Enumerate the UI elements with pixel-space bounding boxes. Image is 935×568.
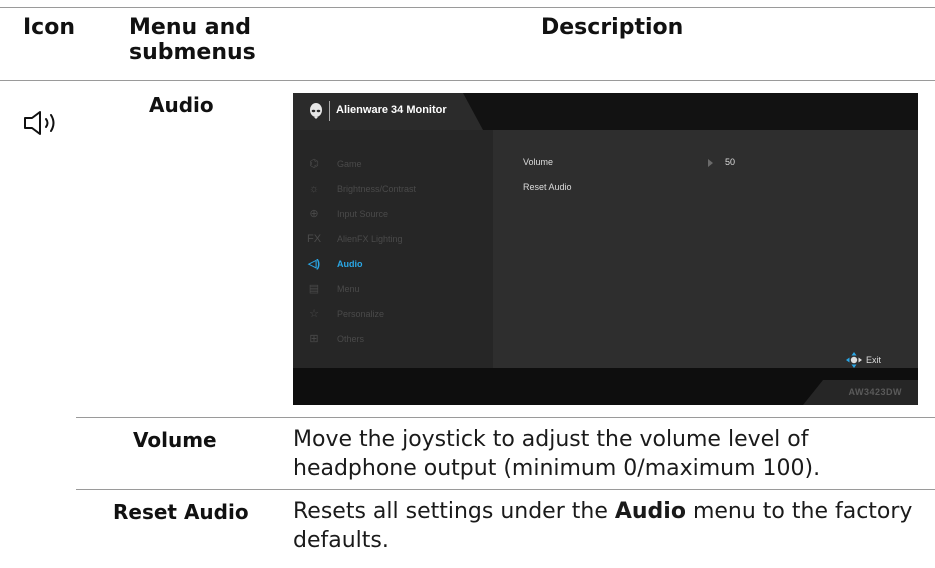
submenu-volume: Volume xyxy=(133,428,217,452)
fx-icon: FX xyxy=(307,233,322,245)
submenu-reset-audio: Reset Audio xyxy=(113,500,249,524)
speaker-icon: ◁) xyxy=(307,258,321,270)
osd-title-separator xyxy=(329,101,330,121)
osd-menu-item-input-source[interactable]: ⊕ Input Source xyxy=(307,207,388,221)
description-volume: Move the joystick to adjust the volume l… xyxy=(293,427,821,481)
subrow-rule-reset-audio xyxy=(76,489,935,490)
osd-screenshot: Alienware 34 Monitor ⌬ Game ☼ Brightness… xyxy=(293,93,918,405)
osd-exit-label[interactable]: Exit xyxy=(866,355,881,365)
menu-icon: ▤ xyxy=(308,283,320,295)
brightness-icon: ☼ xyxy=(308,183,320,195)
audio-menu-reference: Audio xyxy=(614,499,686,524)
play-arrow-icon xyxy=(708,159,713,167)
top-rule xyxy=(0,7,935,8)
osd-menu-item-game[interactable]: ⌬ Game xyxy=(307,157,361,171)
osd-title: Alienware 34 Monitor xyxy=(336,104,447,116)
osd-menu-item-brightness[interactable]: ☼ Brightness/Contrast xyxy=(307,182,416,196)
osd-menu-item-alienfx[interactable]: FX AlienFX Lighting xyxy=(307,232,403,246)
input-icon: ⊕ xyxy=(309,208,319,220)
osd-menu-item-personalize[interactable]: ☆ Personalize xyxy=(307,307,384,321)
header-description: Description xyxy=(541,15,684,40)
osd-options-panel xyxy=(493,130,918,385)
osd-volume-value: 50 xyxy=(725,157,736,167)
subrow-rule-volume xyxy=(76,417,935,418)
osd-menu-item-audio[interactable]: ◁) Audio xyxy=(307,257,363,271)
speaker-icon xyxy=(24,111,55,135)
gamepad-icon: ⌬ xyxy=(309,158,319,170)
osd-menu-item-others[interactable]: ⊞ Others xyxy=(307,332,364,346)
header-rule xyxy=(0,80,935,81)
alienware-logo-icon xyxy=(310,103,322,119)
osd-menu-item-menu[interactable]: ▤ Menu xyxy=(307,282,360,296)
osd-option-volume[interactable]: Volume xyxy=(523,157,553,167)
header-menu: Menu and submenus xyxy=(129,15,256,65)
joystick-icon xyxy=(846,352,862,368)
osd-option-reset-audio[interactable]: Reset Audio xyxy=(523,182,572,192)
star-icon: ☆ xyxy=(309,308,319,320)
description-reset-audio: Resets all settings under the Audio menu… xyxy=(293,499,913,553)
menu-title-audio: Audio xyxy=(149,93,214,117)
others-icon: ⊞ xyxy=(309,333,319,345)
osd-model-name: AW3423DW xyxy=(848,387,902,397)
header-icon: Icon xyxy=(23,15,76,40)
